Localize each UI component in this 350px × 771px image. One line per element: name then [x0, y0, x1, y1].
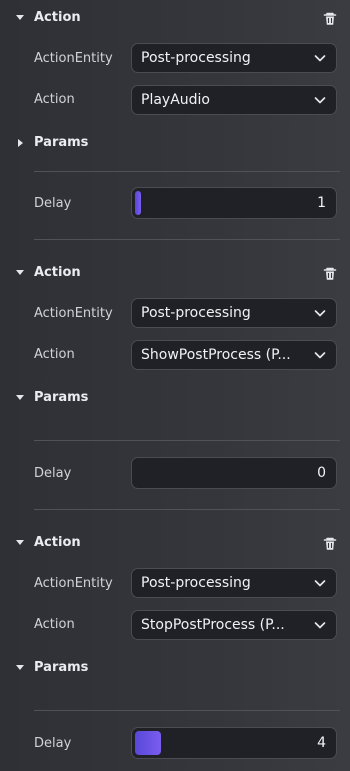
delay-field[interactable]: 0 — [131, 457, 337, 489]
delay-label: Delay — [34, 196, 72, 211]
action-select[interactable]: StopPostProcess (P... — [131, 610, 337, 640]
params-title: Params — [34, 660, 89, 675]
caret-right-icon[interactable] — [18, 139, 23, 147]
params-title: Params — [34, 135, 89, 150]
divider — [34, 710, 340, 711]
params-title: Params — [34, 390, 89, 405]
delay-value: 0 — [317, 465, 326, 481]
section-divider — [34, 509, 340, 510]
params-header[interactable]: Params — [0, 659, 350, 679]
action-select[interactable]: PlayAudio — [131, 85, 337, 115]
divider — [34, 440, 340, 441]
action-entity-label: ActionEntity — [34, 306, 113, 321]
params-header[interactable]: Params — [0, 389, 350, 409]
action-value: ShowPostProcess (P... — [141, 347, 291, 363]
trash-icon[interactable] — [322, 536, 338, 552]
caret-down-icon[interactable] — [16, 15, 24, 20]
caret-down-icon[interactable] — [16, 540, 24, 545]
delay-value: 1 — [317, 195, 326, 211]
action-entity-value: Post-processing — [141, 305, 251, 321]
action-header[interactable]: Action — [0, 264, 350, 284]
action-label: Action — [34, 347, 75, 362]
chevron-down-icon — [314, 97, 326, 104]
params-header[interactable]: Params — [0, 134, 350, 154]
action-header-title: Action — [34, 535, 81, 550]
action-header[interactable]: Action — [0, 534, 350, 554]
delay-fill — [135, 731, 161, 755]
delay-value: 4 — [317, 735, 326, 751]
delay-label: Delay — [34, 466, 72, 481]
chevron-down-icon — [314, 55, 326, 62]
section-divider — [34, 239, 340, 240]
chevron-down-icon — [314, 352, 326, 359]
action-entity-select[interactable]: Post-processing — [131, 43, 337, 73]
delay-fill — [135, 191, 141, 215]
action-value: StopPostProcess (P... — [141, 617, 285, 633]
caret-down-icon[interactable] — [16, 665, 24, 670]
action-entity-select[interactable]: Post-processing — [131, 298, 337, 328]
action-value: PlayAudio — [141, 92, 210, 108]
delay-label: Delay — [34, 736, 72, 751]
action-header-title: Action — [34, 10, 81, 25]
divider — [34, 171, 340, 172]
caret-down-icon[interactable] — [16, 395, 24, 400]
action-entity-value: Post-processing — [141, 575, 251, 591]
action-header-title: Action — [34, 265, 81, 280]
action-label: Action — [34, 617, 75, 632]
caret-down-icon[interactable] — [16, 270, 24, 275]
action-entity-label: ActionEntity — [34, 576, 113, 591]
action-entity-select[interactable]: Post-processing — [131, 568, 337, 598]
action-entity-value: Post-processing — [141, 50, 251, 66]
action-select[interactable]: ShowPostProcess (P... — [131, 340, 337, 370]
action-header[interactable]: Action — [0, 9, 350, 29]
action-label: Action — [34, 92, 75, 107]
action-entity-label: ActionEntity — [34, 51, 113, 66]
trash-icon[interactable] — [322, 266, 338, 282]
delay-field[interactable]: 4 — [131, 727, 337, 759]
chevron-down-icon — [314, 622, 326, 629]
trash-icon[interactable] — [322, 11, 338, 27]
delay-field[interactable]: 1 — [131, 187, 337, 219]
chevron-down-icon — [314, 310, 326, 317]
chevron-down-icon — [314, 580, 326, 587]
